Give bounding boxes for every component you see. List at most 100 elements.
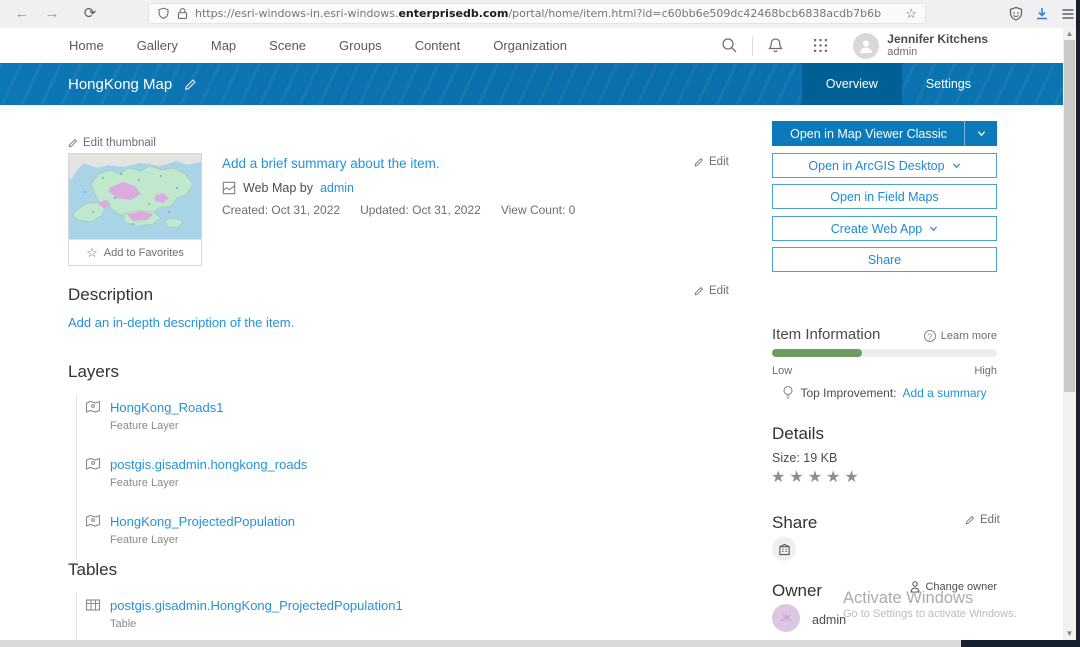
nav-item-groups[interactable]: Groups <box>339 38 382 53</box>
user-menu[interactable]: Jennifer Kitchens admin <box>887 32 988 60</box>
layer-link[interactable]: postgis.gisadmin.hongkong_roads <box>110 457 307 472</box>
browser-reload-button[interactable]: ⟳ <box>80 4 100 24</box>
progress-high-label: High <box>974 365 997 377</box>
nav-item-gallery[interactable]: Gallery <box>137 38 178 53</box>
item-type-row: Web Map by admin <box>222 181 354 195</box>
item-information-progress-track <box>772 349 997 357</box>
scroll-down-arrow[interactable]: ▼ <box>1063 629 1076 638</box>
edit-description-button[interactable]: Edit <box>694 285 729 297</box>
pencil-icon <box>694 286 704 296</box>
nav-item-content[interactable]: Content <box>415 38 461 53</box>
item-thumbnail-map <box>69 154 201 239</box>
owner-name: admin <box>812 613 846 627</box>
app-grid-icon <box>812 37 829 54</box>
add-to-favorites-button[interactable]: ☆ Add to Favorites <box>69 239 201 265</box>
item-size: Size: 19 KB <box>772 451 837 465</box>
item-header: HongKong Map Overview Settings <box>0 63 1063 105</box>
app-launcher-button[interactable] <box>798 37 843 54</box>
bookmark-star-icon[interactable]: ☆ <box>905 6 917 22</box>
item-meta-row: Created: Oct 31, 2022 Updated: Oct 31, 2… <box>222 203 575 217</box>
learn-more-link[interactable]: ? Learn more <box>924 330 997 342</box>
feature-layer-icon <box>85 456 101 472</box>
owner-link[interactable]: admin <box>320 181 354 195</box>
share-heading: Share <box>772 513 817 533</box>
layer-type: Feature Layer <box>110 477 307 489</box>
nav-item-home[interactable]: Home <box>69 38 104 53</box>
create-web-app-button[interactable]: Create Web App <box>772 216 997 241</box>
nav-item-map[interactable]: Map <box>211 38 236 53</box>
question-icon: ? <box>924 330 936 342</box>
edit-thumbnail-button[interactable]: Edit thumbnail <box>68 137 156 149</box>
vertical-scrollbar[interactable]: ▲ ▼ <box>1063 28 1076 640</box>
nav-item-organization[interactable]: Organization <box>493 38 567 53</box>
tables-heading: Tables <box>68 560 117 580</box>
activate-windows-watermark: Activate Windows <box>843 589 973 608</box>
map-viewer-dropdown-button[interactable] <box>964 121 997 146</box>
lightbulb-icon <box>782 385 794 401</box>
activate-windows-subtext: Go to Settings to activate Windows. <box>843 608 1017 620</box>
layers-heading: Layers <box>68 362 119 382</box>
user-avatar[interactable] <box>853 33 879 59</box>
rating-stars[interactable]: ★★★★★ <box>771 467 863 487</box>
horizontal-scrollbar[interactable] <box>0 640 1080 647</box>
browser-menu-icon[interactable] <box>1060 6 1076 22</box>
tab-settings[interactable]: Settings <box>902 63 995 105</box>
view-count: View Count: 0 <box>501 203 576 217</box>
browser-forward-button[interactable]: → <box>42 4 62 24</box>
share-button[interactable]: Share <box>772 247 997 272</box>
table-icon <box>85 597 101 613</box>
top-improvement-label: Top Improvement: <box>800 386 896 400</box>
notifications-button[interactable] <box>753 37 798 54</box>
details-heading: Details <box>772 424 824 444</box>
open-map-viewer-classic-button[interactable]: Open in Map Viewer Classic <box>772 121 997 146</box>
scroll-up-arrow[interactable]: ▲ <box>1063 29 1076 38</box>
pencil-icon <box>68 138 78 148</box>
downloads-icon[interactable] <box>1034 6 1050 22</box>
web-map-icon <box>222 181 236 195</box>
table-link[interactable]: postgis.gisadmin.HongKong_ProjectedPopul… <box>110 598 403 613</box>
user-name: Jennifer Kitchens <box>887 32 988 46</box>
bell-icon <box>767 37 784 54</box>
browser-back-button[interactable]: ← <box>12 4 32 24</box>
url-text: https://esri-windows-in.esri-windows.ent… <box>195 7 899 20</box>
layers-list: HongKong_Roads1 Feature Layer postgis.gi… <box>76 395 307 566</box>
item-title-row: HongKong Map <box>68 63 197 105</box>
table-type: Table <box>110 618 403 630</box>
top-improvement-row: Top Improvement: Add a summary <box>772 385 997 401</box>
owner-avatar-initials: JK <box>781 613 792 623</box>
search-icon <box>721 37 738 54</box>
owner-avatar[interactable]: JK <box>772 604 800 632</box>
edit-title-icon[interactable] <box>184 78 197 91</box>
browser-account-shield-icon[interactable] <box>1008 6 1024 22</box>
progress-low-label: Low <box>772 365 792 377</box>
edit-share-button[interactable]: Edit <box>965 514 1000 526</box>
add-a-summary-link[interactable]: Add a summary <box>903 386 987 400</box>
tables-list: postgis.gisadmin.HongKong_ProjectedPopul… <box>76 593 403 647</box>
layer-link[interactable]: HongKong_Roads1 <box>110 400 223 415</box>
item-title: HongKong Map <box>68 76 172 93</box>
layer-type: Feature Layer <box>110 420 223 432</box>
tab-overview[interactable]: Overview <box>802 63 902 105</box>
edit-overview-button[interactable]: Edit <box>694 156 729 168</box>
person-icon <box>857 37 875 55</box>
address-bar[interactable]: https://esri-windows-in.esri-windows.ent… <box>148 3 926 24</box>
tracking-protection-shield-icon <box>157 7 170 20</box>
layer-link[interactable]: HongKong_ProjectedPopulation <box>110 514 295 529</box>
created-date: Created: Oct 31, 2022 <box>222 203 340 217</box>
layer-type: Feature Layer <box>110 534 295 546</box>
vertical-scrollbar-thumb[interactable] <box>1064 40 1075 392</box>
nav-items: Home Gallery Map Scene Groups Content Or… <box>69 38 567 53</box>
search-button[interactable] <box>707 37 752 54</box>
learn-more-wrap: ? Learn more <box>0 327 997 345</box>
layer-row: HongKong_ProjectedPopulation Feature Lay… <box>77 509 307 566</box>
open-arcgis-desktop-button[interactable]: Open in ArcGIS Desktop <box>772 153 997 178</box>
open-field-maps-button[interactable]: Open in Field Maps <box>772 184 997 209</box>
portal-nav-bar: Home Gallery Map Scene Groups Content Or… <box>0 28 1063 64</box>
feature-layer-icon <box>85 513 101 529</box>
portal-item-page: ← → ⟳ https://esri-windows-in.esri-windo… <box>0 0 1080 647</box>
nav-item-scene[interactable]: Scene <box>269 38 306 53</box>
add-summary-link[interactable]: Add a brief summary about the item. <box>222 156 440 171</box>
description-heading: Description <box>68 285 153 305</box>
table-row: postgis.gisadmin.HongKong_ProjectedPopul… <box>77 593 403 647</box>
layer-row: HongKong_Roads1 Feature Layer <box>77 395 307 452</box>
